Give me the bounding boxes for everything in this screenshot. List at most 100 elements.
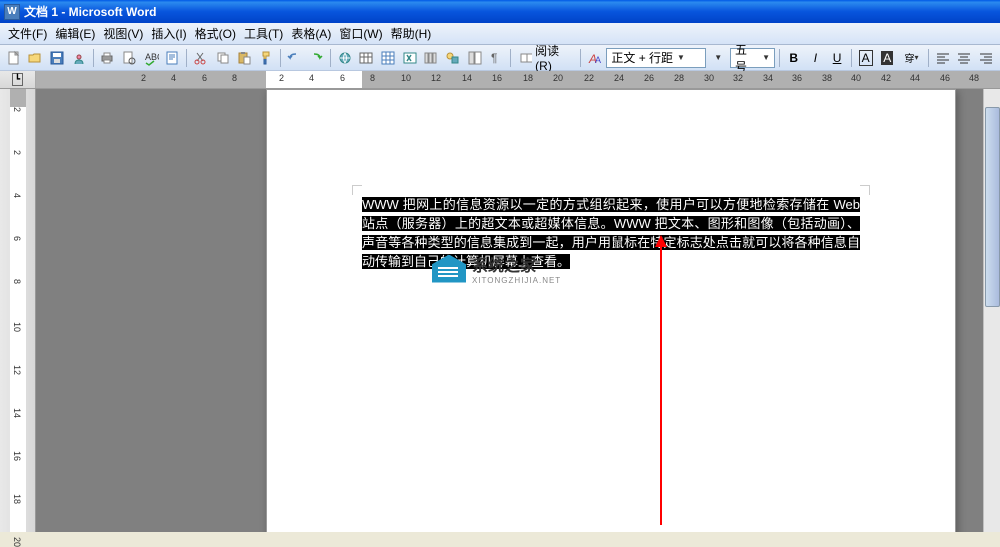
undo-button[interactable] xyxy=(285,47,305,69)
ruler-tick: 28 xyxy=(674,73,684,83)
toolbars: ABC ¶ 阅读(R) AA 正文 + 行距▼ ▼ 五号▼ B I U A A … xyxy=(0,45,1000,71)
ruler-scale: 2468101214161820222426283032343638404244… xyxy=(36,71,1000,88)
save-button[interactable] xyxy=(47,47,67,69)
vruler-tick: 2 xyxy=(12,150,22,155)
vruler-tick: 6 xyxy=(12,236,22,241)
spell-check-button[interactable]: ABC xyxy=(141,47,161,69)
char-scale-button[interactable]: 穿▾ xyxy=(899,47,924,69)
ruler-tick: 22 xyxy=(584,73,594,83)
menu-table[interactable]: 表格(A) xyxy=(287,23,335,44)
ruler-tick: 2 xyxy=(141,73,146,83)
svg-text:A: A xyxy=(595,55,601,65)
style-dropdown[interactable]: 正文 + 行距▼ xyxy=(606,48,706,68)
menu-edit[interactable]: 编辑(E) xyxy=(51,23,99,44)
ruler-tick: 24 xyxy=(614,73,624,83)
page[interactable]: WWW 把网上的信息资源以一定的方式组织起来，使用户可以方便地检索存储在 Web… xyxy=(266,89,956,532)
scrollbar-thumb[interactable] xyxy=(985,107,1000,307)
vertical-ruler[interactable]: 22468101214161820 xyxy=(0,89,36,532)
font-dropdown-arrow[interactable]: ▼ xyxy=(708,47,728,69)
ruler-tick: 6 xyxy=(340,73,345,83)
new-doc-button[interactable] xyxy=(4,47,24,69)
standard-toolbar: ABC ¶ 阅读(R) AA 正文 + 行距▼ ▼ 五号▼ B I U A A … xyxy=(0,45,1000,71)
vruler-tick: 18 xyxy=(12,494,22,504)
app-icon: W xyxy=(4,4,20,20)
workspace: 22468101214161820 WWW 把网上的信息资源以一定的方式组织起来… xyxy=(0,89,1000,532)
ruler-tick: 16 xyxy=(492,73,502,83)
paste-button[interactable] xyxy=(234,47,254,69)
print-preview-button[interactable] xyxy=(119,47,139,69)
ruler-tick: 8 xyxy=(370,73,375,83)
vruler-tick: 12 xyxy=(12,365,22,375)
ruler-tick: 36 xyxy=(792,73,802,83)
align-center-button[interactable] xyxy=(955,47,975,69)
menu-help[interactable]: 帮助(H) xyxy=(387,23,436,44)
italic-button[interactable]: I xyxy=(806,47,826,69)
annotation-arrow-icon xyxy=(660,245,662,525)
vertical-scrollbar[interactable] xyxy=(983,89,1000,532)
vruler-tick: 16 xyxy=(12,451,22,461)
char-shading-button[interactable]: A xyxy=(877,47,897,69)
permissions-button[interactable] xyxy=(69,47,89,69)
ruler-tick: 2 xyxy=(279,73,284,83)
tab-selector[interactable]: ┗ xyxy=(0,71,36,88)
watermark-en: XITONGZHIJIA.NET xyxy=(472,276,561,285)
cut-button[interactable] xyxy=(191,47,211,69)
ruler-tick: 10 xyxy=(401,73,411,83)
ruler-tick: 44 xyxy=(910,73,920,83)
insert-table-button[interactable] xyxy=(378,47,398,69)
vruler-tick: 10 xyxy=(12,322,22,332)
font-style-button[interactable]: AA xyxy=(585,47,605,69)
margin-marker-tr xyxy=(860,185,870,195)
separator xyxy=(580,49,581,67)
bold-button[interactable]: B xyxy=(784,47,804,69)
menu-file[interactable]: 文件(F) xyxy=(4,23,51,44)
ruler-tick: 42 xyxy=(881,73,891,83)
ruler-tick: 26 xyxy=(644,73,654,83)
align-left-button[interactable] xyxy=(933,47,953,69)
excel-button[interactable] xyxy=(400,47,420,69)
ruler-tick: 8 xyxy=(232,73,237,83)
print-button[interactable] xyxy=(98,47,118,69)
doc-map-button[interactable] xyxy=(465,47,485,69)
open-button[interactable] xyxy=(26,47,46,69)
horizontal-ruler[interactable]: ┗ 24681012141618202224262830323436384042… xyxy=(0,71,1000,89)
ruler-tick: 30 xyxy=(704,73,714,83)
titlebar: W 文档 1 - Microsoft Word xyxy=(0,0,1000,23)
menu-insert[interactable]: 插入(I) xyxy=(147,23,190,44)
svg-text:¶: ¶ xyxy=(491,51,497,65)
watermark: 系统之家 XITONGZHIJIA.NET xyxy=(432,252,561,285)
underline-button[interactable]: U xyxy=(827,47,847,69)
drawing-button[interactable] xyxy=(443,47,463,69)
ruler-tick: 48 xyxy=(969,73,979,83)
format-painter-button[interactable] xyxy=(256,47,276,69)
align-right-button[interactable] xyxy=(976,47,996,69)
show-marks-button[interactable]: ¶ xyxy=(486,47,506,69)
menu-tools[interactable]: 工具(T) xyxy=(240,23,287,44)
ruler-tick: 32 xyxy=(733,73,743,83)
research-button[interactable] xyxy=(162,47,182,69)
document-area[interactable]: WWW 把网上的信息资源以一定的方式组织起来，使用户可以方便地检索存储在 Web… xyxy=(36,89,1000,532)
read-button[interactable]: 阅读(R) xyxy=(515,47,576,69)
menu-format[interactable]: 格式(O) xyxy=(191,23,240,44)
vruler-tick: 4 xyxy=(12,193,22,198)
ruler-tick: 20 xyxy=(553,73,563,83)
watermark-cn: 系统之家 xyxy=(472,252,561,276)
separator xyxy=(510,49,511,67)
margin-marker-tl xyxy=(352,185,362,195)
copy-button[interactable] xyxy=(213,47,233,69)
window-title: 文档 1 - Microsoft Word xyxy=(24,3,156,20)
char-border-button[interactable]: A xyxy=(856,47,876,69)
vruler-tick: 2 xyxy=(12,107,22,112)
tables-borders-button[interactable] xyxy=(356,47,376,69)
redo-button[interactable] xyxy=(306,47,326,69)
menu-view[interactable]: 视图(V) xyxy=(99,23,147,44)
columns-button[interactable] xyxy=(421,47,441,69)
hyperlink-button[interactable] xyxy=(335,47,355,69)
menu-window[interactable]: 窗口(W) xyxy=(335,23,386,44)
svg-text:ABC: ABC xyxy=(145,52,159,62)
font-size-dropdown[interactable]: 五号▼ xyxy=(730,48,775,68)
ruler-tick: 12 xyxy=(431,73,441,83)
separator xyxy=(851,49,852,67)
ruler-tick: 6 xyxy=(202,73,207,83)
ruler-tick: 40 xyxy=(851,73,861,83)
